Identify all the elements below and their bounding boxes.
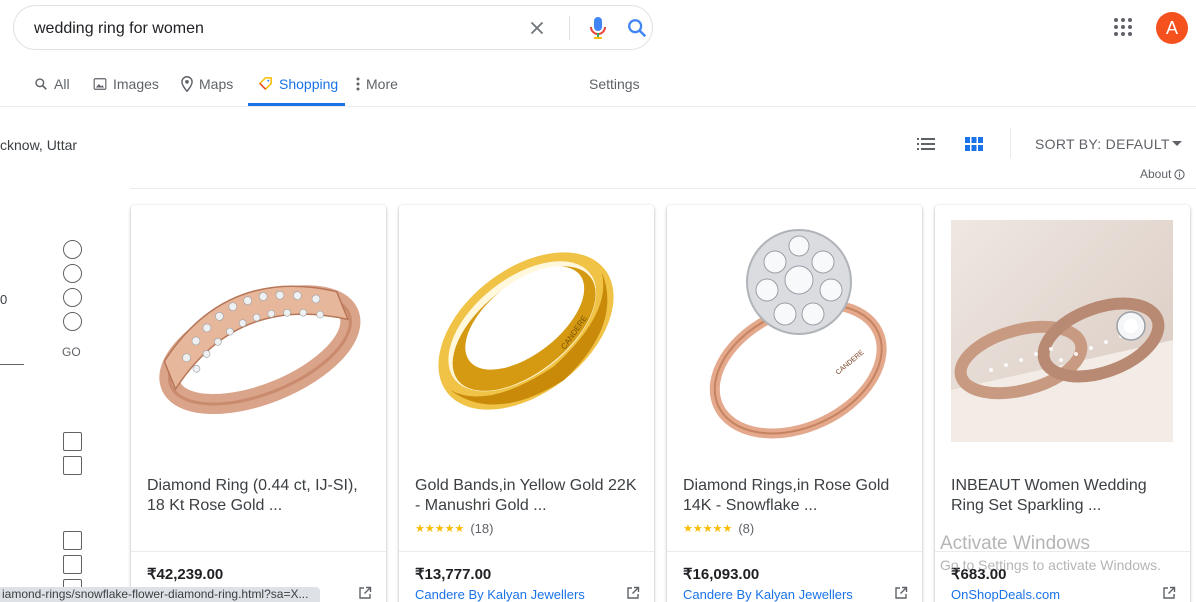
product-price: ₹42,239.00	[147, 566, 224, 583]
tag-icon	[258, 77, 272, 91]
tab-images[interactable]: Images	[93, 64, 159, 106]
price-value: 0	[0, 292, 8, 307]
clear-icon[interactable]	[526, 17, 548, 39]
search-divider	[569, 16, 570, 40]
filter-checkbox-1[interactable]	[63, 432, 82, 451]
settings-link[interactable]: Settings	[589, 76, 640, 92]
product-title[interactable]: Diamond Ring (0.44 ct, IJ-SI), 18 Kt Ros…	[147, 476, 369, 516]
about-link[interactable]: About	[1140, 167, 1185, 181]
tab-shopping[interactable]: Shopping	[248, 64, 345, 106]
price-radio-2[interactable]	[63, 264, 82, 283]
status-bar-url: iamond-rings/snowflake-flower-diamond-ri…	[0, 587, 320, 602]
search-icon	[35, 78, 47, 90]
activate-windows-watermark: Activate Windows Go to Settings to activ…	[940, 533, 1161, 573]
tab-maps[interactable]: Maps	[181, 64, 233, 106]
toolbar-divider	[1010, 128, 1011, 158]
watermark-subtitle: Go to Settings to activate Windows.	[940, 557, 1161, 573]
grid-view-icon[interactable]	[965, 137, 983, 151]
external-link-icon[interactable]	[1162, 586, 1176, 600]
tab-label: All	[54, 76, 70, 92]
filter-checkbox-3[interactable]	[63, 531, 82, 550]
list-view-icon[interactable]	[917, 137, 935, 151]
snowflake-diamond-ring-image[interactable]: CANDERE	[683, 220, 905, 442]
results-divider	[130, 188, 1196, 189]
go-button[interactable]: GO	[62, 345, 81, 359]
product-title[interactable]: INBEAUT Women Wedding Ring Set Sparkling…	[951, 476, 1173, 516]
product-rating: ★★★★★ (18)	[415, 521, 493, 536]
price-radio-4[interactable]	[63, 312, 82, 331]
diamond-band-ring-image[interactable]	[147, 220, 369, 442]
seller-link[interactable]: Candere By Kalyan Jewellers	[415, 587, 585, 602]
product-price: ₹13,777.00	[415, 566, 492, 583]
review-count[interactable]: (8)	[738, 521, 754, 536]
gold-band-ring-image[interactable]: CANDERE	[415, 220, 637, 442]
price-radio-3[interactable]	[63, 288, 82, 307]
tab-all[interactable]: All	[34, 64, 70, 106]
map-pin-icon	[181, 76, 193, 92]
price-radio-1[interactable]	[63, 240, 82, 259]
ring-set-photo-image[interactable]	[951, 220, 1173, 442]
product-title[interactable]: Diamond Rings,in Rose Gold 14K - Snowfla…	[683, 476, 905, 516]
tab-label: Maps	[199, 76, 234, 92]
star-rating-icon: ★★★★★	[683, 523, 733, 535]
product-card[interactable]: Diamond Ring (0.44 ct, IJ-SI), 18 Kt Ros…	[131, 205, 386, 602]
tab-label: More	[366, 76, 398, 92]
tab-more[interactable]: More	[356, 64, 398, 106]
card-divider	[399, 551, 654, 552]
search-icon[interactable]	[626, 17, 648, 39]
info-icon	[1174, 168, 1185, 180]
watermark-title: Activate Windows	[940, 533, 1090, 554]
price-input-underline[interactable]	[0, 364, 24, 365]
external-link-icon[interactable]	[358, 586, 372, 600]
tab-label: Shopping	[279, 75, 339, 92]
external-link-icon[interactable]	[626, 586, 640, 600]
mic-icon[interactable]	[588, 16, 608, 40]
location-text: cknow, Uttar	[0, 137, 78, 153]
seller-link[interactable]: Candere By Kalyan Jewellers	[683, 587, 853, 602]
avatar[interactable]: A	[1156, 12, 1188, 44]
card-divider	[131, 551, 386, 552]
image-icon	[93, 78, 107, 90]
product-rating: ★★★★★ (8)	[683, 521, 754, 536]
about-label: About	[1140, 167, 1172, 181]
product-card[interactable]: CANDERE Gold Bands,in Yellow Gold 22K - …	[399, 205, 654, 602]
review-count[interactable]: (18)	[470, 521, 493, 536]
search-input[interactable]	[34, 18, 504, 40]
filter-checkbox-4[interactable]	[63, 555, 82, 574]
more-vert-icon	[356, 77, 360, 91]
search-bar[interactable]	[13, 5, 653, 50]
apps-grid-icon[interactable]	[1113, 17, 1133, 37]
chevron-down-icon[interactable]	[1172, 141, 1182, 146]
external-link-icon[interactable]	[894, 586, 908, 600]
star-rating-icon: ★★★★★	[415, 523, 465, 535]
product-title[interactable]: Gold Bands,in Yellow Gold 22K - Manushri…	[415, 476, 637, 516]
product-price: ₹16,093.00	[683, 566, 760, 583]
product-card[interactable]: CANDERE Diamond Rings,in Rose Gold 14K -…	[667, 205, 922, 602]
sort-dropdown[interactable]: SORT BY: DEFAULT	[1035, 136, 1170, 152]
card-divider	[667, 551, 922, 552]
tab-label: Images	[113, 76, 159, 92]
seller-link[interactable]: OnShopDeals.com	[951, 587, 1060, 602]
filter-checkbox-2[interactable]	[63, 456, 82, 475]
